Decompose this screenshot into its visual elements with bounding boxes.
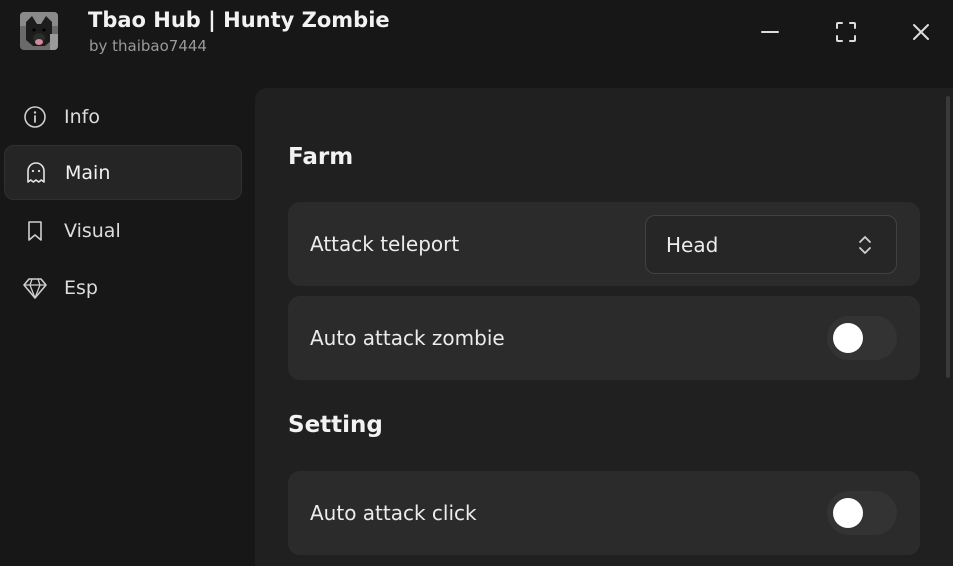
toggle-knob xyxy=(833,498,863,528)
setting-row-auto-attack-zombie: Auto attack zombie xyxy=(288,296,920,380)
auto-attack-click-toggle[interactable] xyxy=(827,491,897,535)
sidebar-item-label: Info xyxy=(64,105,100,128)
window-subtitle: by thaibao7444 xyxy=(89,37,207,55)
minimize-icon xyxy=(761,31,779,33)
sidebar-item-esp[interactable]: Esp xyxy=(4,260,242,315)
chevron-up-down-icon xyxy=(856,234,874,256)
sidebar-item-info[interactable]: Info xyxy=(4,89,242,144)
section-title-setting: Setting xyxy=(288,412,383,438)
minimize-button[interactable] xyxy=(754,16,786,48)
attack-teleport-dropdown[interactable]: Head xyxy=(645,215,897,274)
ghost-icon xyxy=(23,160,49,186)
scrollbar[interactable] xyxy=(946,96,950,378)
dog-avatar-icon xyxy=(20,12,58,50)
auto-attack-zombie-toggle[interactable] xyxy=(827,316,897,360)
section-title-farm: Farm xyxy=(288,144,354,170)
close-icon xyxy=(913,24,929,40)
window-title: Tbao Hub | Hunty Zombie xyxy=(88,8,390,32)
toggle-knob xyxy=(833,323,863,353)
sidebar-item-visual[interactable]: Visual xyxy=(4,203,242,258)
setting-row-auto-attack-click: Auto attack click xyxy=(288,471,920,555)
setting-label: Auto attack zombie xyxy=(310,326,505,350)
info-icon xyxy=(22,104,48,130)
bookmark-icon xyxy=(22,218,48,244)
sidebar-item-label: Esp xyxy=(64,276,98,299)
setting-label: Auto attack click xyxy=(310,501,477,525)
sidebar-item-label: Main xyxy=(65,161,111,184)
dropdown-value: Head xyxy=(666,232,719,257)
setting-row-attack-teleport: Attack teleport Head xyxy=(288,202,920,286)
sidebar-item-label: Visual xyxy=(64,219,121,242)
title-bar[interactable]: Tbao Hub | Hunty Zombie by thaibao7444 xyxy=(0,0,953,66)
main-panel: Farm Attack teleport Head Auto attack zo… xyxy=(255,88,953,566)
app-window: Tbao Hub | Hunty Zombie by thaibao7444 I… xyxy=(0,0,953,566)
sidebar-item-main[interactable]: Main xyxy=(4,145,242,200)
close-button[interactable] xyxy=(905,16,937,48)
maximize-button[interactable] xyxy=(830,16,862,48)
setting-label: Attack teleport xyxy=(310,232,460,256)
diamond-icon xyxy=(22,275,48,301)
maximize-icon xyxy=(836,22,856,42)
